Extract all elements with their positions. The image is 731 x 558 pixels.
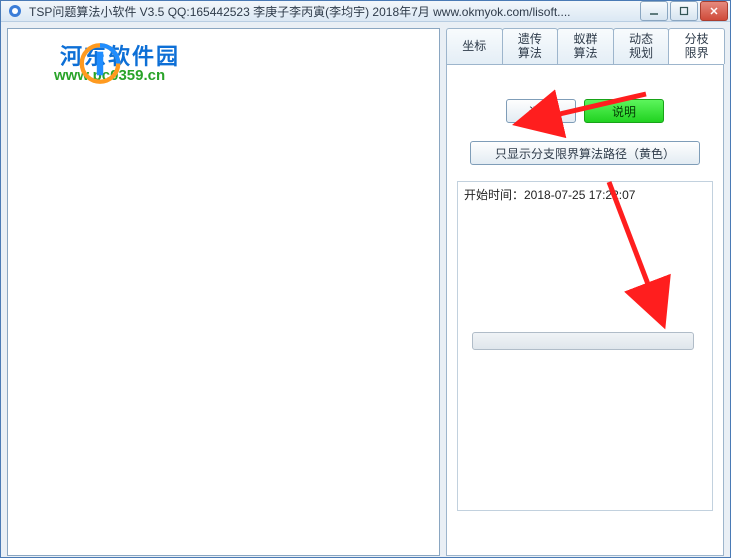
tab-3[interactable]: 动态 规划 xyxy=(613,28,670,64)
tab-0[interactable]: 坐标 xyxy=(446,28,503,64)
only-path-button[interactable]: 只显示分支限界算法路径（黄色） xyxy=(470,141,700,165)
run-button[interactable]: 运行 xyxy=(506,99,576,123)
maximize-button[interactable] xyxy=(670,1,698,21)
close-button[interactable] xyxy=(700,1,728,21)
progress-bar xyxy=(472,332,694,350)
titlebar: TSP问题算法小软件 V3.5 QQ:165442523 李庚子李丙寅(李均宇)… xyxy=(1,1,730,22)
minimize-button[interactable] xyxy=(640,1,668,21)
tab-1[interactable]: 遗传 算法 xyxy=(502,28,559,64)
graph-canvas[interactable]: 河东软件园 www.pc0359.cn xyxy=(7,28,440,556)
side-panel: 坐标遗传 算法蚁群 算法动态 规划分枝 限界 运行 说明 只显示分支限界算法路径… xyxy=(446,28,724,556)
app-window: TSP问题算法小软件 V3.5 QQ:165442523 李庚子李丙寅(李均宇)… xyxy=(0,0,731,558)
body: 河东软件园 www.pc0359.cn 坐标遗传 算法蚁群 算法动态 规划分枝 … xyxy=(1,22,730,558)
window-title: TSP问题算法小软件 V3.5 QQ:165442523 李庚子李丙寅(李均宇)… xyxy=(29,3,638,20)
panel-body: 运行 说明 只显示分支限界算法路径（黄色） 开始时间：2018-07-25 17… xyxy=(446,64,724,556)
window-controls xyxy=(638,1,728,21)
tab-4[interactable]: 分枝 限界 xyxy=(668,28,725,64)
explain-button[interactable]: 说明 xyxy=(584,99,664,123)
tab-strip: 坐标遗传 算法蚁群 算法动态 规划分枝 限界 xyxy=(446,28,724,64)
button-row: 运行 说明 xyxy=(457,99,713,123)
log-box[interactable]: 开始时间：2018-07-25 17:22:07 xyxy=(457,181,713,511)
app-icon xyxy=(7,3,23,19)
log-line: 开始时间：2018-07-25 17:22:07 xyxy=(464,186,706,203)
tab-2[interactable]: 蚁群 算法 xyxy=(557,28,614,64)
